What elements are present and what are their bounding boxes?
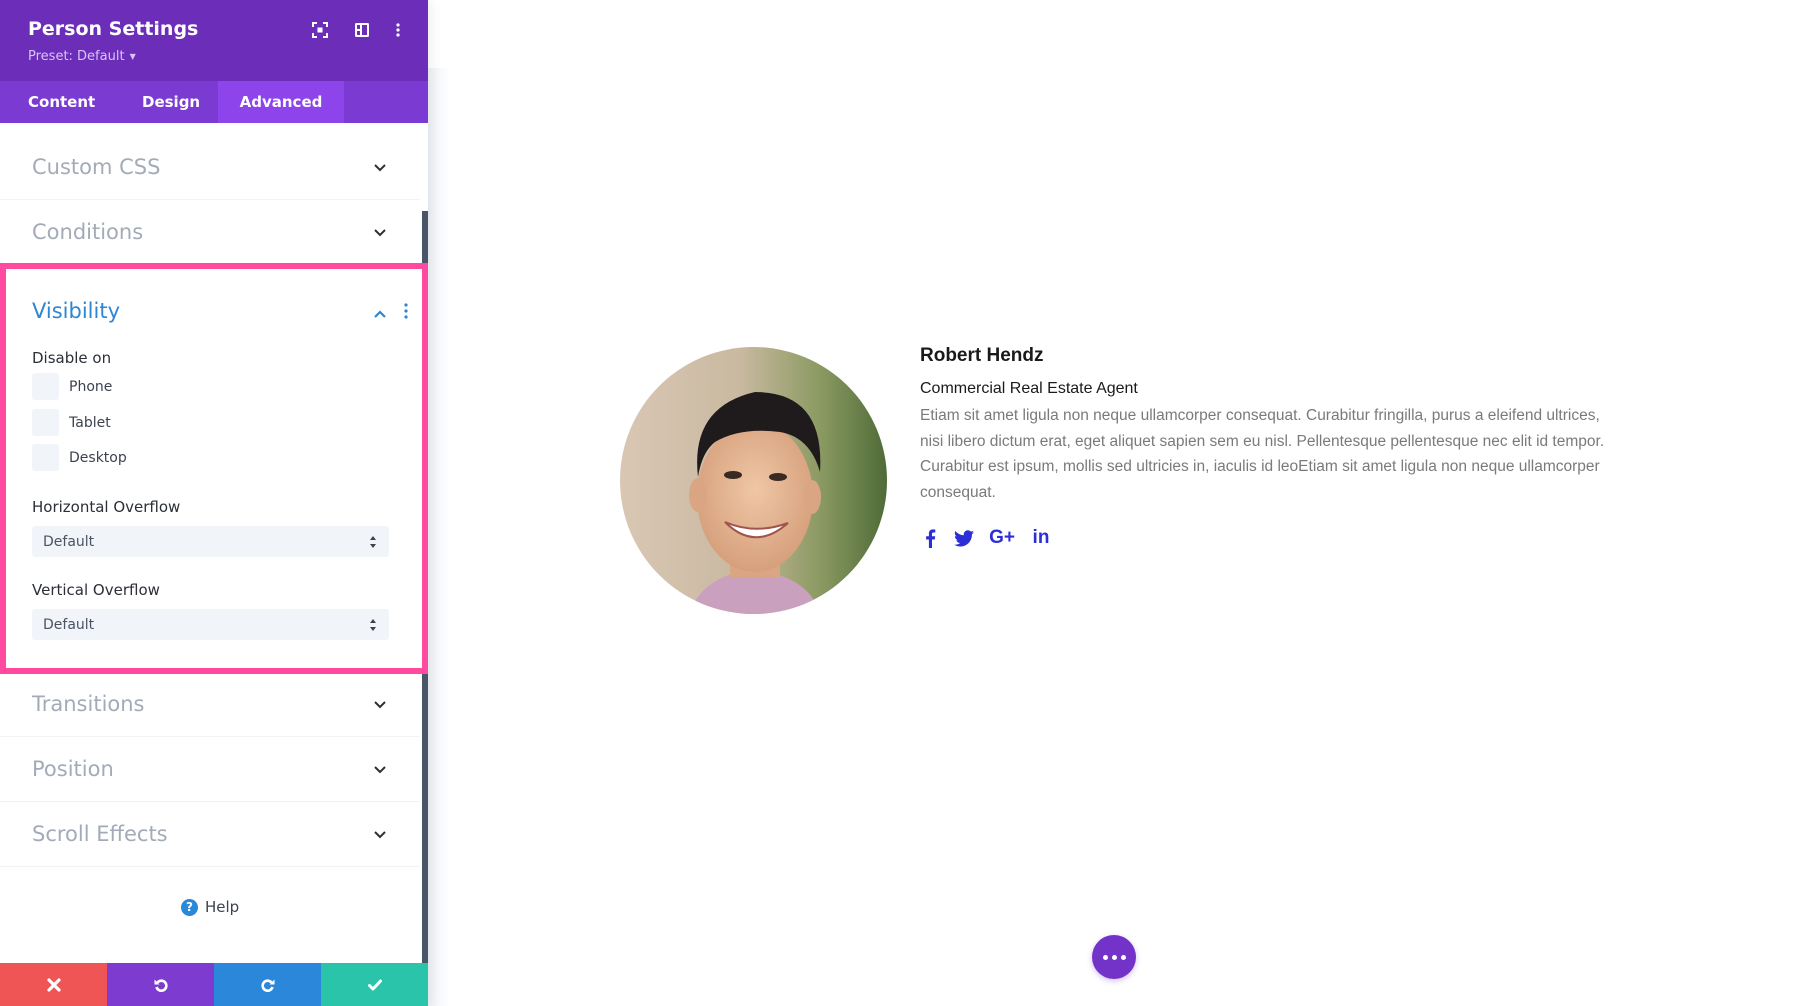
- section-title[interactable]: Visibility: [32, 299, 120, 323]
- settings-panel: Person Settings Preset: Default ▼ Conten…: [0, 0, 428, 1006]
- page-settings-button[interactable]: [1092, 935, 1136, 979]
- select-arrows-icon: [370, 619, 376, 631]
- twitter-icon[interactable]: [953, 526, 975, 550]
- google-plus-glyph: G+: [989, 527, 1015, 548]
- chevron-down-icon: [372, 826, 388, 842]
- checkbox-desktop[interactable]: Desktop: [32, 444, 127, 471]
- panel-footer: [0, 963, 428, 1006]
- expand-icon[interactable]: [310, 20, 330, 40]
- chevron-down-icon: [372, 224, 388, 240]
- social-links: G+ in: [920, 526, 1051, 550]
- section-options-icon[interactable]: [401, 302, 411, 320]
- checkbox[interactable]: [32, 444, 59, 471]
- vertical-overflow-label: Vertical Overflow: [32, 581, 160, 599]
- section-transitions[interactable]: Transitions: [0, 672, 420, 737]
- vertical-overflow-select[interactable]: Default: [32, 609, 389, 640]
- checkbox-label: Desktop: [69, 449, 127, 466]
- section-position[interactable]: Position: [0, 737, 420, 802]
- checkbox-tablet[interactable]: Tablet: [32, 409, 111, 436]
- section-title: Conditions: [32, 220, 144, 244]
- select-value: Default: [43, 533, 95, 550]
- section-title: Position: [32, 757, 114, 781]
- checkbox-label: Phone: [69, 378, 113, 395]
- section-scroll-effects[interactable]: Scroll Effects: [0, 802, 420, 867]
- tab-content[interactable]: Content: [0, 81, 114, 123]
- chevron-down-icon: [372, 696, 388, 712]
- linkedin-glyph: in: [1032, 527, 1050, 548]
- close-icon: [46, 977, 61, 992]
- preset-dropdown[interactable]: Preset: Default ▼: [28, 49, 136, 64]
- section-title: Scroll Effects: [32, 822, 168, 846]
- section-custom-css[interactable]: Custom CSS: [0, 135, 420, 200]
- facebook-icon[interactable]: [920, 526, 940, 550]
- horizontal-overflow-select[interactable]: Default: [32, 526, 389, 557]
- chevron-up-icon[interactable]: [372, 305, 388, 318]
- discard-button[interactable]: [0, 963, 107, 1006]
- check-icon: [367, 979, 382, 990]
- checkbox[interactable]: [32, 409, 59, 436]
- redo-icon: [260, 978, 274, 992]
- help-icon: ?: [181, 898, 198, 916]
- preset-label: Preset: Default: [28, 49, 125, 64]
- undo-icon: [154, 978, 168, 992]
- person-role: Commercial Real Estate Agent: [920, 380, 1138, 397]
- split-view-icon[interactable]: [352, 20, 372, 40]
- person-photo: [620, 347, 887, 614]
- checkbox-label: Tablet: [69, 414, 111, 431]
- save-button[interactable]: [321, 963, 428, 1006]
- dot: [1102, 954, 1108, 960]
- person-bio: Etiam sit amet ligula non neque ullamcor…: [920, 407, 1605, 501]
- checkbox[interactable]: [32, 373, 59, 400]
- panel-title: Person Settings: [28, 18, 199, 40]
- redo-button[interactable]: [214, 963, 321, 1006]
- chevron-down-icon: [372, 159, 388, 175]
- person-name: Robert Hendz: [920, 345, 1044, 366]
- section-conditions[interactable]: Conditions: [0, 200, 420, 265]
- select-value: Default: [43, 616, 95, 633]
- google-plus-icon[interactable]: G+: [987, 526, 1017, 550]
- canvas-edge-shadow: [428, 68, 450, 1006]
- select-arrows-icon: [370, 536, 376, 548]
- panel-header: Person Settings Preset: Default ▼: [0, 0, 428, 81]
- help-link[interactable]: ? Help: [181, 898, 239, 916]
- section-title: Transitions: [32, 692, 145, 716]
- settings-tabs: Content Design Advanced: [0, 81, 428, 123]
- section-visibility: Visibility Disable on Phone Tablet Deskt…: [0, 263, 428, 674]
- tab-design[interactable]: Design: [114, 81, 218, 123]
- page: Robert Hendz Commercial Real Estate Agen…: [0, 0, 1800, 1006]
- undo-button[interactable]: [107, 963, 214, 1006]
- disable-on-label: Disable on: [32, 349, 112, 367]
- help-label: Help: [205, 898, 240, 916]
- caret-down-icon: ▼: [129, 52, 136, 61]
- tab-advanced[interactable]: Advanced: [218, 81, 344, 123]
- more-options-icon[interactable]: [388, 20, 408, 40]
- checkbox-phone[interactable]: Phone: [32, 373, 112, 400]
- dot: [1120, 954, 1126, 960]
- chevron-down-icon: [372, 761, 388, 777]
- person-portrait-image: [620, 347, 887, 614]
- linkedin-icon[interactable]: in: [1031, 526, 1051, 550]
- dot: [1111, 954, 1117, 960]
- horizontal-overflow-label: Horizontal Overflow: [32, 498, 181, 516]
- section-title: Custom CSS: [32, 155, 161, 179]
